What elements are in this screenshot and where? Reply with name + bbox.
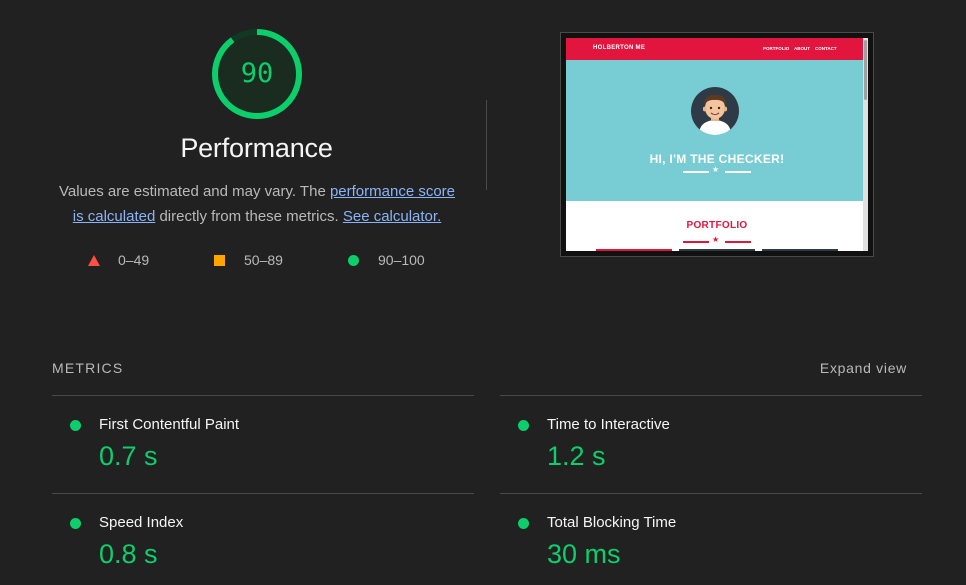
screenshot-nav-link: ABOUT <box>794 46 810 51</box>
divider-line <box>725 171 751 173</box>
category-title: Performance <box>180 133 333 163</box>
metrics-heading: METRICS <box>52 360 124 376</box>
legend-pass-label: 90–100 <box>378 252 425 268</box>
portfolio-card-edge <box>679 249 755 251</box>
metric-time-to-interactive: Time to Interactive 1.2 s <box>500 397 920 487</box>
description-text-mid: directly from these metrics. <box>155 208 343 225</box>
metric-divider <box>52 395 474 396</box>
metric-label: Speed Index <box>99 514 184 531</box>
screenshot-hero: HI, I'M THE CHECKER! ★ <box>566 60 868 201</box>
portfolio-card-edge <box>596 249 672 251</box>
metric-divider <box>52 493 474 494</box>
pass-icon <box>518 518 529 529</box>
metric-divider <box>500 493 922 494</box>
screenshot-section-title: PORTFOLIO <box>686 220 748 231</box>
performance-score-link[interactable]: performance score <box>330 183 455 200</box>
score-value: 90 <box>240 58 274 89</box>
triangle-icon <box>88 255 100 266</box>
metric-value: 0.7 s <box>99 441 158 471</box>
metric-value: 30 ms <box>547 539 621 569</box>
final-screenshot[interactable]: HOLBERTON ME PORTFOLIO ABOUT CONTACT HI,… <box>560 32 874 257</box>
vertical-divider <box>486 100 487 190</box>
expand-view-button[interactable]: Expand view <box>820 360 907 376</box>
screenshot-nav-link: CONTACT <box>815 46 837 51</box>
pass-icon <box>70 518 81 529</box>
metric-value: 1.2 s <box>547 441 606 471</box>
star-icon: ★ <box>712 165 720 174</box>
metric-value: 0.8 s <box>99 539 158 569</box>
screenshot-page: HOLBERTON ME PORTFOLIO ABOUT CONTACT HI,… <box>566 38 868 251</box>
pass-icon <box>70 420 81 431</box>
screenshot-brand: HOLBERTON ME <box>593 45 646 51</box>
metric-divider <box>500 395 922 396</box>
star-icon: ★ <box>712 235 720 244</box>
metric-speed-index: Speed Index 0.8 s <box>52 495 472 585</box>
legend-average-label: 50–89 <box>244 252 283 268</box>
screenshot-nav-link: PORTFOLIO <box>763 46 790 51</box>
screenshot-hero-heading: HI, I'M THE CHECKER! <box>649 152 785 166</box>
divider-line <box>683 171 709 173</box>
square-icon <box>214 255 225 266</box>
lighthouse-report: 90 Performance Values are estimated and … <box>0 0 966 585</box>
metric-label: First Contentful Paint <box>99 416 240 433</box>
divider-line <box>725 241 751 243</box>
avatar-illustration <box>699 94 731 135</box>
metric-label: Total Blocking Time <box>547 514 677 531</box>
pass-icon <box>518 420 529 431</box>
performance-score-gauge: 90 <box>210 27 304 121</box>
screenshot-navbar: HOLBERTON ME PORTFOLIO ABOUT CONTACT <box>566 38 868 60</box>
description-text: Values are estimated and may vary. The <box>58 183 330 200</box>
metric-first-contentful-paint: First Contentful Paint 0.7 s <box>52 397 472 487</box>
legend-fail-label: 0–49 <box>118 252 150 268</box>
is-calculated-link[interactable]: is calculated <box>73 208 156 225</box>
screenshot-scrollbar-thumb <box>864 40 867 100</box>
see-calculator-link[interactable]: See calculator. <box>343 208 441 225</box>
metric-total-blocking-time: Total Blocking Time 30 ms <box>500 495 920 585</box>
divider-line <box>683 241 709 243</box>
avatar <box>691 87 739 135</box>
metric-label: Time to Interactive <box>547 416 670 433</box>
portfolio-card-edge <box>762 249 838 251</box>
circle-icon <box>348 255 359 266</box>
score-description: Values are estimated and may vary. The p… <box>40 179 474 229</box>
